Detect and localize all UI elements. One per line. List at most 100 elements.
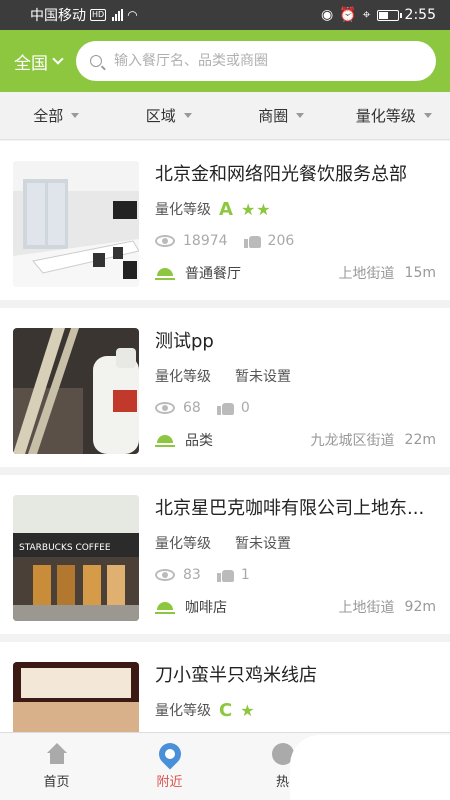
grade-row: 量化等级 暂未设置 — [155, 366, 436, 386]
street-label: 九龙城区街道 — [310, 433, 395, 449]
category-label: 品类 — [185, 433, 213, 449]
restaurant-thumbnail — [13, 161, 139, 287]
distance-label: 22m — [404, 432, 436, 448]
category-row: 咖啡店 上地街道 92m — [155, 597, 436, 617]
restaurant-thumbnail: STARBUCKS COFFEE — [13, 495, 139, 621]
restaurant-cloche-icon — [155, 266, 175, 280]
status-right: ◉ ⏰ ⌖ 2:55 — [321, 7, 436, 23]
street-label: 上地街道 — [338, 600, 395, 616]
region-selector[interactable]: 全国 — [14, 49, 76, 74]
like-count: 1 — [240, 567, 250, 583]
category-row: 品类 九龙城区街道 22m — [155, 430, 436, 450]
item-info: 刀小蛮半只鸡米线店 量化等级 C ★ — [155, 662, 436, 721]
thumbs-up-icon — [216, 568, 235, 582]
wifi-icon: ◠ — [127, 8, 138, 22]
grade-label: 量化等级 — [155, 202, 211, 218]
alarm-icon: ⏰ — [339, 7, 357, 23]
list-item[interactable]: 北京金和网络阳光餐饮服务总部 量化等级 A ★★ 18974 206 普通餐厅 … — [0, 141, 450, 308]
search-box[interactable] — [76, 41, 436, 81]
region-label: 全国 — [14, 53, 48, 74]
eye-icon — [155, 402, 175, 414]
tab-home[interactable]: 首页 — [0, 733, 113, 800]
eye-icon — [155, 235, 175, 247]
restaurant-thumbnail — [13, 662, 139, 732]
tab-label: 首页 — [43, 775, 70, 790]
restaurant-name: 北京星巴克咖啡有限公司上地东... — [155, 498, 425, 519]
grade-letter: C — [219, 699, 233, 721]
grade-letter: A — [219, 198, 233, 220]
filter-bar: 全部 区域 商圈 量化等级 — [0, 92, 450, 140]
category-label: 咖啡店 — [185, 600, 227, 616]
battery-icon — [376, 9, 402, 21]
item-info: 测试pp 量化等级 暂未设置 68 0 品类 九龙城区街道 22m — [155, 328, 436, 450]
stats-row: 83 1 — [155, 565, 436, 585]
grade-row: 量化等级 C ★ — [155, 699, 436, 721]
restaurant-name: 北京金和网络阳光餐饮服务总部 — [155, 164, 407, 185]
dropdown-triangle-icon — [183, 113, 192, 118]
restaurant-cloche-icon — [155, 433, 175, 447]
signal-icon — [112, 9, 124, 21]
item-info: 北京金和网络阳光餐饮服务总部 量化等级 A ★★ 18974 206 普通餐厅 … — [155, 161, 436, 283]
grade-label: 量化等级 — [155, 536, 211, 552]
chevron-down-icon — [52, 52, 64, 65]
grade-value: 暂未设置 — [235, 369, 291, 385]
filter-label: 区域 — [145, 107, 176, 125]
home-icon — [46, 743, 68, 765]
dropdown-triangle-icon — [71, 113, 80, 118]
category-row: 普通餐厅 上地街道 15m — [155, 263, 436, 283]
distance-label: 92m — [404, 599, 436, 615]
search-icon — [90, 55, 102, 67]
like-count: 206 — [267, 233, 295, 249]
restaurant-cloche-icon — [155, 600, 175, 614]
star-icons: ★★ — [240, 199, 272, 219]
filter-label: 全部 — [33, 107, 64, 125]
distance-label: 15m — [404, 265, 436, 281]
restaurant-name: 测试pp — [155, 331, 214, 352]
tab-nearby[interactable]: 附近 — [113, 733, 226, 800]
list-item[interactable]: 刀小蛮半只鸡米线店 量化等级 C ★ — [0, 642, 450, 732]
carrier-label: 中国移动 — [30, 8, 86, 24]
grade-row: 量化等级 暂未设置 — [155, 533, 436, 553]
filter-all[interactable]: 全部 — [0, 92, 113, 139]
street-label: 上地街道 — [338, 266, 395, 282]
list-item[interactable]: STARBUCKS COFFEE 北京星巴克咖啡有限公司上地东... 量化等级 … — [0, 475, 450, 642]
restaurant-thumbnail — [13, 328, 139, 454]
grade-label: 量化等级 — [155, 369, 211, 385]
location-pin-icon — [153, 738, 186, 770]
eye-status-icon: ◉ — [321, 7, 334, 23]
like-count: 0 — [240, 400, 250, 416]
thumbs-up-icon — [243, 234, 262, 248]
battery-fill — [378, 11, 388, 19]
list-item[interactable]: 测试pp 量化等级 暂未设置 68 0 品类 九龙城区街道 22m — [0, 308, 450, 475]
status-left: 中国移动 HD ◠ — [30, 5, 138, 25]
tab-label: 热 — [275, 775, 289, 790]
grade-label: 量化等级 — [155, 703, 211, 719]
category-label: 普通餐厅 — [185, 266, 241, 282]
thumbs-up-icon — [216, 401, 235, 415]
filter-label: 商圈 — [258, 107, 289, 125]
tab-label: 附近 — [156, 775, 183, 790]
item-info: 北京星巴克咖啡有限公司上地东... 量化等级 暂未设置 83 1 咖啡店 上地街… — [155, 495, 436, 617]
starbucks-sign-text: STARBUCKS COFFEE — [19, 543, 111, 553]
view-count: 68 — [183, 400, 201, 416]
clock-label: 2:55 — [404, 7, 436, 23]
star-icons: ★ — [240, 700, 256, 720]
stats-row: 18974 206 — [155, 231, 436, 251]
floating-overlay — [290, 735, 450, 800]
eye-icon — [155, 569, 175, 581]
filter-grade[interactable]: 量化等级 — [338, 92, 450, 139]
search-input[interactable] — [114, 53, 422, 69]
stats-row: 68 0 — [155, 398, 436, 418]
filter-business-district[interactable]: 商圈 — [225, 92, 338, 139]
location-status-icon: ⌖ — [362, 7, 371, 23]
dropdown-triangle-icon — [423, 113, 432, 118]
status-bar: 中国移动 HD ◠ ◉ ⏰ ⌖ 2:55 — [0, 0, 450, 30]
header: 全国 — [0, 30, 450, 92]
dropdown-triangle-icon — [296, 113, 305, 118]
hd-badge: HD — [90, 9, 107, 21]
view-count: 18974 — [183, 233, 228, 249]
filter-label: 量化等级 — [355, 107, 416, 125]
view-count: 83 — [183, 567, 201, 583]
grade-value: 暂未设置 — [235, 536, 291, 552]
filter-area[interactable]: 区域 — [113, 92, 226, 139]
